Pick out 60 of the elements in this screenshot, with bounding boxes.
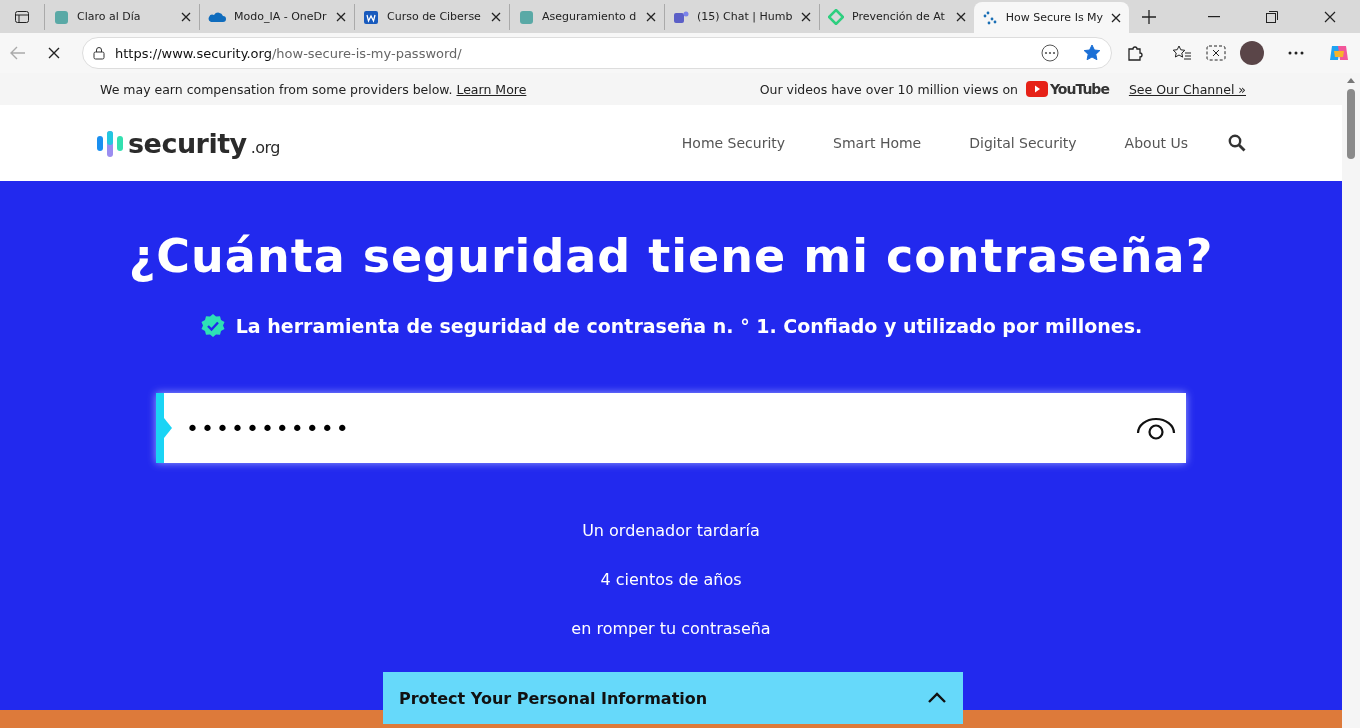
close-icon[interactable]: [491, 11, 501, 22]
see-channel-link[interactable]: See Our Channel »: [1128, 81, 1246, 97]
scroll-thumb[interactable]: [1347, 89, 1355, 159]
browser-tab[interactable]: (15) Chat | Humb: [664, 3, 819, 30]
screenshot-icon[interactable]: [1206, 44, 1226, 62]
close-icon[interactable]: [646, 11, 656, 22]
browser-tab[interactable]: Modo_IA - OneDr: [199, 3, 354, 30]
avatar-icon[interactable]: [1240, 41, 1264, 65]
close-icon[interactable]: [1324, 10, 1336, 23]
close-icon[interactable]: [801, 11, 811, 22]
close-icon[interactable]: [336, 11, 346, 22]
verified-check-icon: [199, 313, 226, 339]
close-icon[interactable]: [181, 11, 191, 22]
pointer-icon: [164, 418, 172, 438]
info-popup[interactable]: Protect Your Personal Information: [383, 672, 963, 724]
password-input[interactable]: •••••••••••: [184, 414, 1136, 442]
puzzle-icon[interactable]: [1126, 44, 1144, 62]
stop-icon[interactable]: [48, 47, 60, 59]
result-text: 4 cientos de años: [600, 570, 742, 589]
more-circle-icon[interactable]: [1041, 44, 1059, 62]
tab-actions-icon[interactable]: [14, 8, 30, 25]
more-icon[interactable]: [1288, 51, 1304, 55]
page-title: ¿Cuánta seguridad tiene mi contraseña?: [128, 229, 1214, 283]
search-icon[interactable]: [1228, 134, 1246, 152]
logo-text: security: [128, 127, 247, 159]
nav-link[interactable]: About Us: [1124, 135, 1188, 151]
plus-icon[interactable]: [1141, 8, 1157, 25]
restore-icon[interactable]: [1266, 10, 1278, 23]
close-icon[interactable]: [956, 11, 966, 22]
result-text: en romper tu contraseña: [571, 619, 771, 638]
learn-more-link[interactable]: Learn More: [456, 81, 527, 97]
browser-tab[interactable]: How Secure Is My: [974, 2, 1129, 33]
browser-tab[interactable]: Claro al Día: [44, 3, 199, 30]
disclosure-text: We may earn compensation from some providers below.: [100, 81, 453, 97]
nav-link[interactable]: Digital Security: [969, 135, 1077, 151]
popup-title: Protect Your Personal Information: [399, 688, 708, 708]
close-icon[interactable]: [1111, 12, 1121, 23]
eye-icon[interactable]: [1136, 415, 1176, 441]
star-icon[interactable]: [1083, 44, 1101, 62]
scroll-up-icon[interactable]: [1347, 77, 1355, 83]
browser-tab[interactable]: Aseguramiento d: [509, 3, 664, 30]
logo-suffix: .org: [250, 137, 280, 157]
document-icon: [363, 8, 379, 25]
subtitle-text: La herramienta de seguridad de contraseña n. ° 1. Confiado y utilizado por millones.: [235, 315, 1143, 337]
diamond-icon: [828, 8, 844, 25]
youtube-wordmark: YouTube: [1049, 81, 1109, 97]
address-bar[interactable]: https://www.security.org/how-secure-is-my-password/: [82, 37, 1112, 69]
browser-tab[interactable]: Curso de Ciberse: [354, 3, 509, 30]
lock-icon: [93, 46, 105, 60]
play-button-icon: [1025, 81, 1048, 97]
nav-link[interactable]: Smart Home: [833, 135, 922, 151]
nav-link[interactable]: Home Security: [681, 135, 786, 151]
favorites-icon[interactable]: [1172, 44, 1192, 62]
password-field[interactable]: •••••••••••: [156, 393, 1186, 463]
minimize-icon[interactable]: [1208, 15, 1220, 18]
result-text: Un ordenador tardaría: [582, 521, 760, 540]
videos-text: Our videos have over 10 million views on: [759, 81, 1018, 97]
dots-icon: [982, 9, 998, 26]
chevron-up-icon[interactable]: [927, 692, 947, 704]
logo-bars-icon: [96, 128, 124, 159]
